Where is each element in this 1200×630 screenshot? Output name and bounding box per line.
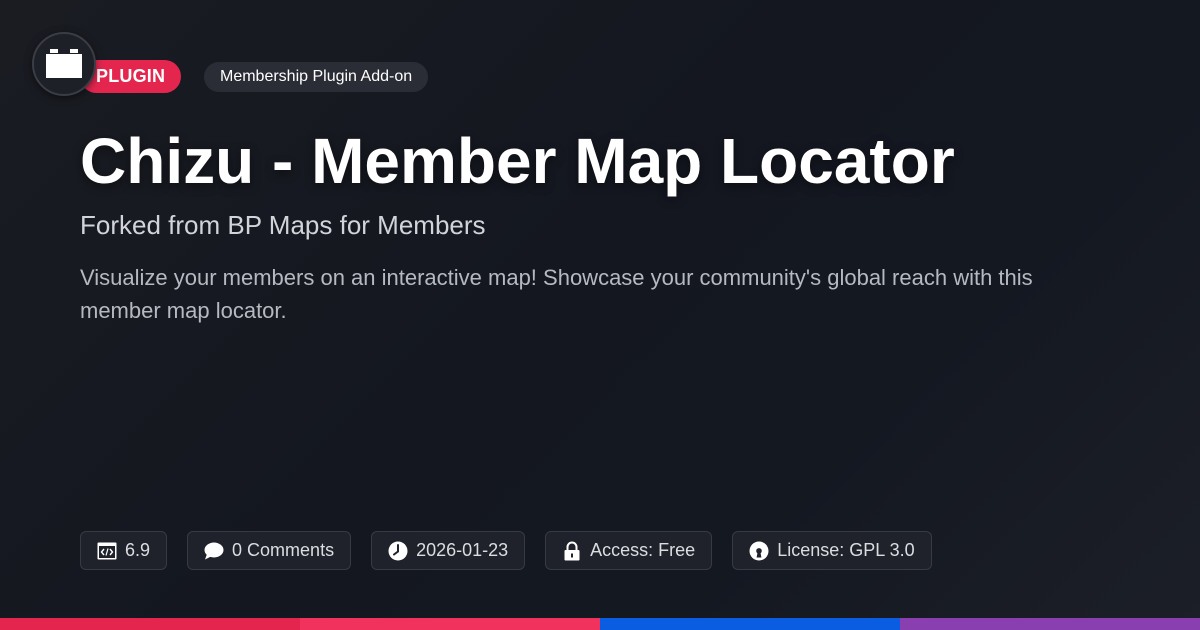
- subtitle: Forked from BP Maps for Members: [80, 210, 486, 240]
- plugin-card: PLUGIN Membership Plugin Add-on Chizu - …: [0, 0, 1200, 630]
- accent-bar: [0, 618, 1200, 630]
- lock-icon: [562, 541, 582, 561]
- meta-row: 6.9 0 Comments 2026-01-23 Access: Free L…: [80, 531, 932, 570]
- description: Visualize your members on an interactive…: [80, 265, 1033, 323]
- plugin-logo: [32, 32, 96, 96]
- access-text: Access: Free: [590, 540, 696, 560]
- plugin-block-icon: [46, 49, 82, 78]
- comments-text: 0 Comments: [232, 540, 335, 560]
- accent-bar-segment: [600, 618, 900, 630]
- date-chip: 2026-01-23: [371, 531, 526, 570]
- license-text: License: GPL 3.0: [777, 540, 915, 560]
- open-source-icon: [749, 541, 769, 561]
- page-title: Chizu - Member Map Locator: [80, 125, 955, 197]
- version-text: 6.9: [125, 540, 151, 560]
- speech-bubble-icon: [204, 541, 224, 561]
- date-text: 2026-01-23: [416, 540, 509, 560]
- comments-chip[interactable]: 0 Comments: [187, 531, 352, 570]
- clock-icon: [388, 541, 408, 561]
- version-chip: 6.9: [80, 531, 168, 570]
- accent-bar-segment: [0, 618, 300, 630]
- access-chip: Access: Free: [545, 531, 713, 570]
- accent-bar-segment: [300, 618, 600, 630]
- category-badge[interactable]: Membership Plugin Add-on: [204, 62, 429, 92]
- license-chip: License: GPL 3.0: [732, 531, 932, 570]
- accent-bar-segment: [900, 618, 1200, 630]
- code-window-icon: [97, 541, 117, 561]
